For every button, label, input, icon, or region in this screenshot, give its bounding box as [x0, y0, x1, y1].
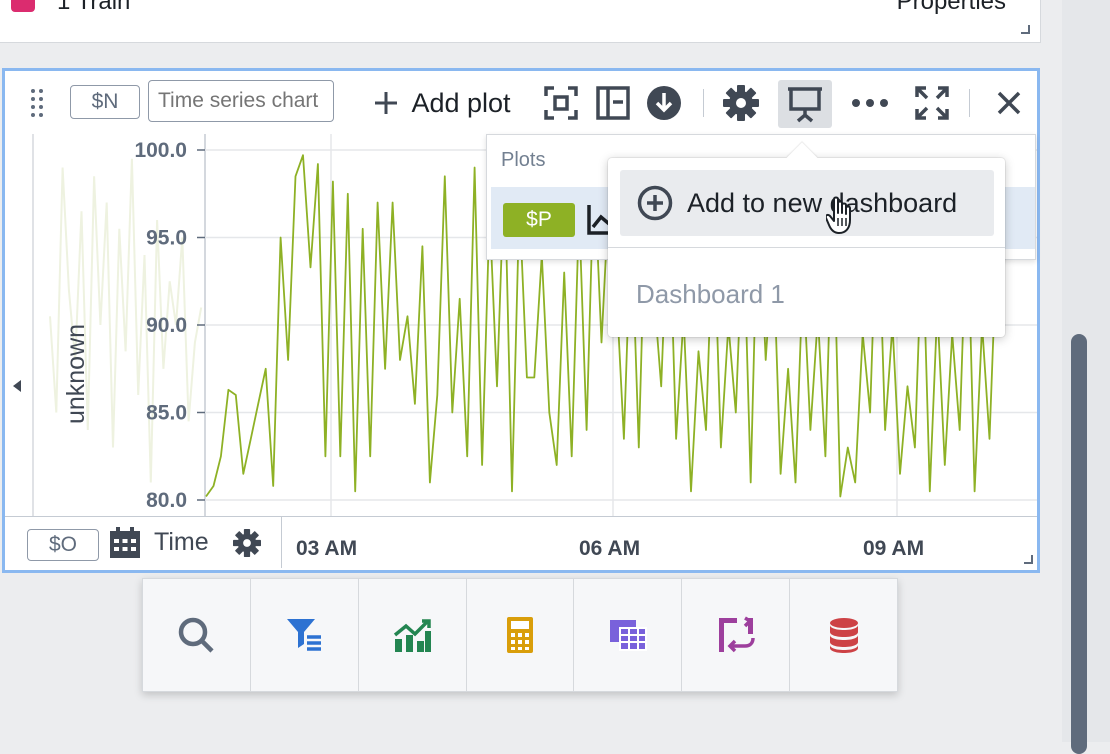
robot-icon — [11, 0, 35, 12]
search-button[interactable] — [143, 579, 251, 691]
plots-header: Plots — [501, 149, 546, 171]
variable-chip[interactable]: $N — [70, 85, 140, 119]
swap-icon — [718, 616, 755, 653]
plot-variable-chip[interactable]: $P — [503, 203, 575, 237]
fit-view-button[interactable] — [537, 80, 585, 126]
object-title: 1 Train — [57, 0, 131, 15]
more-dots-icon — [852, 99, 888, 107]
gear-icon — [723, 85, 759, 121]
transform-button[interactable] — [682, 579, 791, 691]
add-to-dashboard-popover: Add to new dashboard Dashboard 1 — [608, 142, 1005, 337]
menu-divider — [608, 247, 1005, 248]
database-button[interactable] — [790, 579, 897, 691]
database-icon — [829, 618, 858, 653]
previous-widget-card: 1 Train Properties — [0, 0, 1041, 43]
maximize-icon — [915, 86, 949, 120]
more-options-button[interactable] — [845, 80, 895, 126]
add-plot-button[interactable]: Add plot — [357, 80, 527, 126]
filter-button[interactable] — [251, 579, 359, 691]
chart-title-input[interactable] — [148, 80, 334, 122]
presentation-icon — [788, 87, 822, 123]
close-button[interactable] — [985, 80, 1033, 126]
scrollbar-thumb[interactable] — [1071, 334, 1087, 754]
widget-toolbar: $N Add plot — [5, 71, 1037, 134]
y-tick-label: 85.0 — [146, 402, 187, 425]
x-tick-label: 06 AM — [579, 537, 641, 560]
y-tick-label: 100.0 — [134, 139, 187, 162]
resize-handle[interactable] — [1021, 25, 1030, 34]
toolbar-divider — [969, 89, 970, 117]
variable-chip[interactable]: $O — [27, 529, 99, 561]
footer-divider — [281, 517, 282, 568]
x-tick-label: 03 AM — [296, 537, 358, 560]
fit-view-icon — [544, 86, 578, 120]
download-button[interactable] — [639, 80, 689, 126]
add-circle-icon — [637, 185, 673, 221]
toggle-sidebar-button[interactable] — [589, 80, 637, 126]
chart-button[interactable] — [359, 579, 467, 691]
add-to-new-dashboard-item[interactable]: Add to new dashboard — [620, 170, 994, 236]
chart-growth-icon — [394, 619, 432, 652]
calculator-icon — [507, 617, 533, 653]
add-plot-label: Add plot — [411, 87, 511, 118]
add-card-toolbar — [142, 578, 898, 692]
y-tick-label: 95.0 — [146, 227, 187, 250]
calendar-icon[interactable] — [108, 526, 142, 560]
toolbar-divider — [703, 89, 704, 117]
collapse-left-icon — [13, 380, 21, 392]
fullscreen-button[interactable] — [907, 80, 957, 126]
sidebar-panel-icon — [596, 86, 630, 120]
y-tick-label: 90.0 — [146, 314, 187, 337]
chart-footer: $O Time 03 AM 06 AM 09 AM — [5, 516, 1037, 568]
table-icon — [609, 620, 647, 651]
download-icon — [647, 86, 681, 120]
close-icon — [997, 91, 1021, 115]
table-button[interactable] — [574, 579, 683, 691]
search-icon — [179, 617, 215, 653]
properties-label: Properties — [896, 0, 1006, 15]
y-axis-title: unknown — [62, 324, 90, 424]
drag-handle-icon[interactable] — [31, 89, 45, 117]
x-tick-label: 09 AM — [863, 537, 925, 560]
y-tick-label: 80.0 — [146, 489, 187, 512]
hand-cursor-icon — [826, 196, 851, 234]
calculator-button[interactable] — [467, 579, 575, 691]
x-axis-title: Time — [154, 528, 209, 556]
present-dashboard-button[interactable] — [778, 80, 832, 128]
filter-list-icon — [287, 619, 322, 651]
add-to-new-dashboard-label: Add to new dashboard — [687, 187, 958, 218]
gear-icon[interactable] — [233, 529, 261, 557]
settings-button[interactable] — [717, 80, 765, 126]
plus-icon — [375, 92, 398, 114]
dashboard-1-item[interactable]: Dashboard 1 — [636, 279, 785, 310]
resize-handle[interactable] — [1024, 555, 1033, 564]
